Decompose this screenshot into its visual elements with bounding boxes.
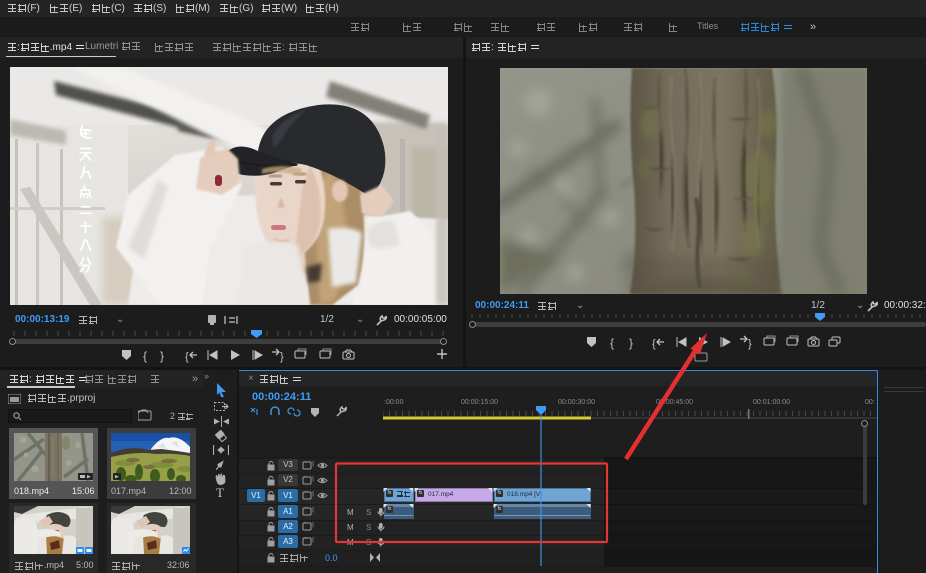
svg-text:M: M [347,508,354,517]
svg-text:{: { [652,338,656,350]
svg-text:S: S [366,538,371,547]
svg-text:S: S [366,523,371,532]
svg-text:M: M [347,523,354,532]
svg-text:{: { [610,336,614,350]
svg-text:}: } [160,349,164,363]
svg-text:S: S [366,508,371,517]
svg-text:}: } [280,351,284,363]
svg-text:{: { [185,351,189,363]
svg-text:}: } [629,336,633,350]
svg-text:M: M [347,538,354,547]
svg-text:{: { [143,349,147,363]
svg-text:}: } [748,338,752,350]
